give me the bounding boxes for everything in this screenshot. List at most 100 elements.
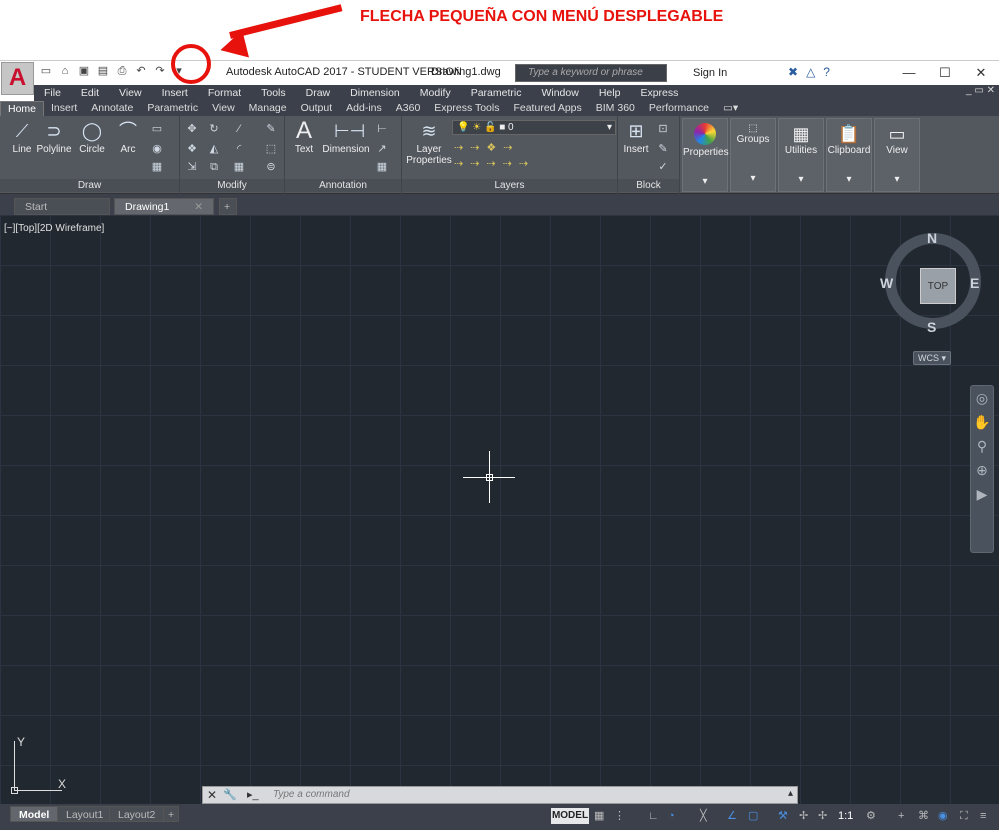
block-attribute-icon[interactable]: ✓ — [656, 160, 670, 174]
orbit-icon[interactable]: ⊕ — [971, 458, 993, 482]
viewcube-top-face[interactable]: TOP — [920, 268, 956, 304]
rectangle-icon[interactable]: ▭ — [150, 122, 164, 136]
clipboard-button[interactable]: 📋 Clipboard ▾ — [826, 118, 872, 192]
properties-button[interactable]: Properties ▾ — [682, 118, 729, 192]
hardware-acceleration-icon[interactable]: ◉ — [938, 808, 948, 824]
text-tool[interactable]: A Text — [285, 119, 323, 156]
trim-icon[interactable]: ⁄ — [232, 122, 246, 136]
arc-tool[interactable]: ⌒ Arc — [108, 120, 148, 155]
layer-tools-row2-icon[interactable]: ⇢⇢⇢⇢⇢ — [454, 158, 535, 170]
customization-menu-icon[interactable]: ≡ — [980, 808, 986, 824]
menu-parametric[interactable]: Parametric — [471, 87, 522, 99]
steering-wheel-icon[interactable]: ◎ — [971, 386, 993, 410]
pan-icon[interactable]: ✋ — [971, 410, 993, 434]
tab-bim-360[interactable]: BIM 360 — [589, 101, 642, 116]
search-input[interactable]: Type a keyword or phrase — [515, 64, 667, 82]
help-icon[interactable]: ? — [823, 65, 830, 79]
polyline-tool[interactable]: ⊃ Polyline — [34, 120, 74, 155]
copy-icon[interactable]: ❖ — [185, 142, 199, 156]
tab-manage[interactable]: Manage — [242, 101, 294, 116]
menu-help[interactable]: Help — [599, 87, 621, 99]
scale-icon[interactable]: ⧉ — [207, 160, 221, 174]
menu-window[interactable]: Window — [541, 87, 578, 99]
fillet-icon[interactable]: ◜ — [232, 142, 246, 156]
tab-add-ins[interactable]: Add-ins — [339, 101, 389, 116]
close-icon[interactable]: ✕ — [207, 788, 217, 802]
viewport-controls[interactable]: [−][Top][2D Wireframe] — [4, 223, 104, 234]
tab-drawing1[interactable]: Drawing1 ✕ — [114, 198, 214, 215]
redo-icon[interactable]: ↷ — [152, 64, 168, 79]
modify-panel-title[interactable]: Modify — [180, 179, 284, 192]
snap-icon[interactable]: ⋮ — [614, 808, 625, 824]
tab-start[interactable]: Start — [14, 198, 110, 215]
add-layout-button[interactable]: + — [163, 806, 180, 822]
tab-view[interactable]: View — [205, 101, 242, 116]
command-input[interactable]: Type a command — [273, 789, 350, 800]
compass-west[interactable]: W — [880, 275, 893, 291]
tab-layout1[interactable]: Layout1 — [57, 806, 113, 822]
polar-icon[interactable]: ◔ — [668, 808, 675, 824]
compass-south[interactable]: S — [927, 319, 936, 335]
rotate-icon[interactable]: ↻ — [207, 122, 221, 136]
new-tab-button[interactable]: + — [219, 198, 237, 215]
compass-east[interactable]: E — [970, 275, 979, 291]
view-button[interactable]: ▭ View ▾ — [874, 118, 920, 192]
plot-icon[interactable]: ⎙ — [114, 64, 130, 79]
tab-featured-apps[interactable]: Featured Apps — [506, 101, 588, 116]
wrench-icon[interactable]: 🔧 — [223, 788, 237, 801]
groups-button[interactable]: ⬚ Groups ▾ — [730, 118, 776, 192]
tab-a360[interactable]: A360 — [389, 101, 428, 116]
plus-icon[interactable]: + — [898, 808, 904, 824]
application-menu-button[interactable]: A — [1, 62, 34, 95]
grid-icon[interactable]: ▦ — [594, 808, 604, 824]
undo-icon[interactable]: ↶ — [133, 64, 149, 79]
save-as-icon[interactable]: ▤ — [95, 64, 111, 79]
save-icon[interactable]: ▣ — [76, 64, 92, 79]
annotation-panel-title[interactable]: Annotation — [285, 179, 401, 192]
block-panel-title[interactable]: Block — [618, 179, 679, 192]
edit-block-icon[interactable]: ✎ — [656, 142, 670, 156]
sign-in-button[interactable]: Sign In — [673, 65, 781, 82]
drawing-area[interactable]: [−][Top][2D Wireframe] TOP N S E W WCS ▾… — [0, 215, 999, 804]
tab-output[interactable]: Output — [294, 101, 340, 116]
maximize-icon[interactable]: ☐ — [927, 61, 963, 85]
tab-home[interactable]: Home — [0, 101, 45, 116]
ribbon-toggle-icon[interactable]: ▭▾ — [716, 101, 745, 116]
osnap-icon[interactable]: ▢ — [748, 808, 758, 824]
model-space-button[interactable]: MODEL — [551, 808, 589, 824]
annotation-visibility-icon[interactable]: ⚒ — [778, 808, 788, 824]
open-icon[interactable]: ⌂ — [57, 64, 73, 79]
menu-draw[interactable]: Draw — [306, 87, 331, 99]
draw-panel-title[interactable]: Draw — [0, 179, 179, 192]
tab-express-tools[interactable]: Express Tools — [427, 101, 506, 116]
isodraft-icon[interactable]: ╳ — [700, 808, 707, 824]
layer-dropdown[interactable]: 💡 ☀ 🔓 ■ 0 ▾ — [452, 120, 616, 135]
tab-model[interactable]: Model — [10, 806, 59, 822]
array-icon[interactable]: ▦ — [232, 160, 246, 174]
workspace-gear-icon[interactable]: ⚙ — [866, 808, 876, 824]
stretch-icon[interactable]: ⇲ — [185, 160, 199, 174]
command-history-icon[interactable]: ▴ — [788, 788, 793, 799]
annotation-scale-icon[interactable]: ✢ — [818, 808, 827, 824]
exchange-icon[interactable]: ✖ — [788, 65, 798, 79]
menu-insert[interactable]: Insert — [162, 87, 188, 99]
close-icon[interactable]: ✕ — [963, 61, 999, 85]
isolate-objects-icon[interactable]: ⌘ — [918, 808, 929, 824]
menu-modify[interactable]: Modify — [420, 87, 451, 99]
zoom-icon[interactable]: ⚲ — [971, 434, 993, 458]
leader-icon[interactable]: ↗ — [375, 142, 389, 156]
menu-dimension[interactable]: Dimension — [350, 87, 400, 99]
tab-parametric[interactable]: Parametric — [140, 101, 205, 116]
insert-block-tool[interactable]: ⊞ Insert — [618, 120, 654, 155]
move-icon[interactable]: ✥ — [185, 122, 199, 136]
hatch-icon[interactable]: ◉ — [150, 142, 164, 156]
compass-north[interactable]: N — [927, 230, 937, 246]
viewcube[interactable]: TOP — [885, 233, 981, 329]
showmotion-icon[interactable]: ▶ — [971, 482, 993, 506]
menu-window-controls[interactable]: _ ▭ ✕ — [966, 85, 995, 96]
minimize-icon[interactable]: — — [891, 61, 927, 85]
clean-screen-icon[interactable]: ⛶ — [960, 808, 968, 824]
osnap-tracking-icon[interactable]: ∠ — [727, 808, 737, 824]
auto-scale-icon[interactable]: ✢ — [799, 808, 808, 824]
layer-properties-tool[interactable]: ≋ Layer Properties — [406, 120, 452, 166]
